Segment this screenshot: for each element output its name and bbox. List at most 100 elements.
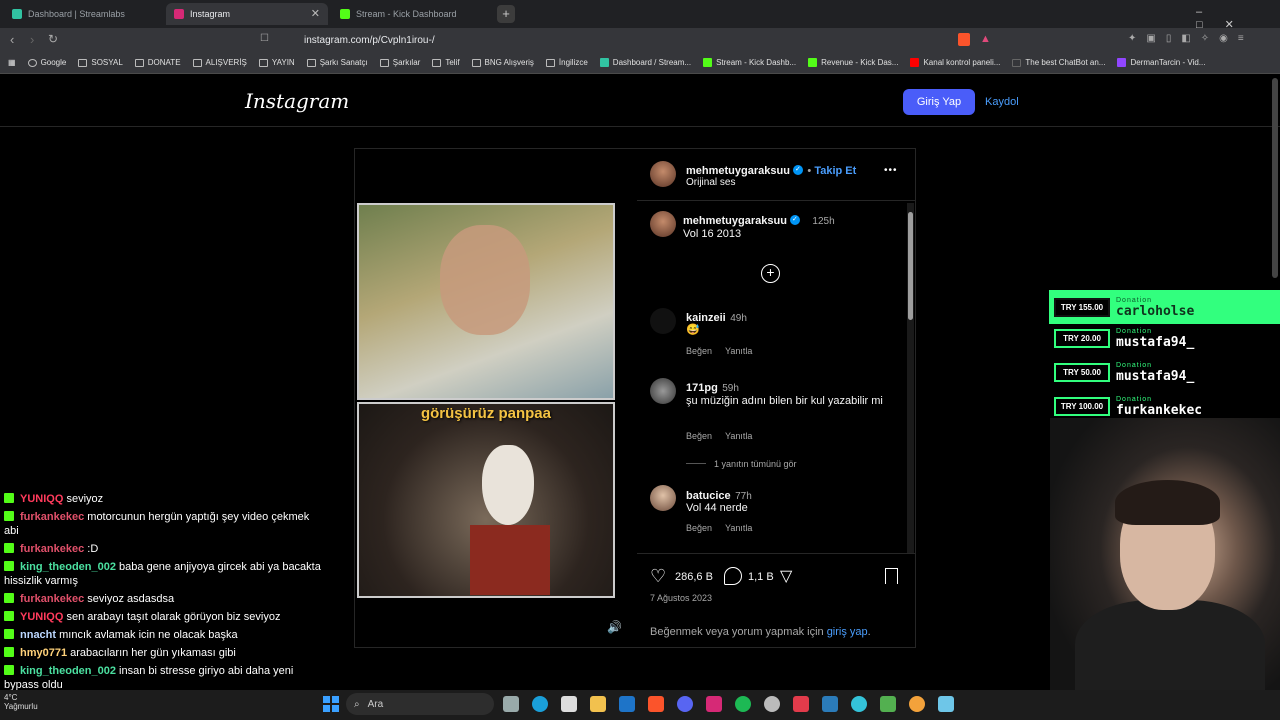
chat-username[interactable]: king_theoden_002 (20, 561, 116, 573)
reply-button[interactable]: Yanıtla (725, 346, 752, 356)
app-icon[interactable] (851, 696, 867, 712)
load-more-icon[interactable]: + (761, 264, 780, 283)
apps-icon[interactable]: ▦ (8, 58, 16, 67)
caption-time: 125h (812, 216, 835, 227)
tab-streamlabs[interactable]: Dashboard | Streamlabs (4, 3, 164, 25)
brave-shield-icon[interactable] (958, 33, 970, 46)
kick-icon (340, 9, 350, 19)
tab-instagram[interactable]: Instagram ✕ (166, 3, 328, 25)
avatar[interactable] (650, 161, 676, 187)
bookmark-item[interactable]: YAYIN (258, 58, 295, 67)
spotify-icon[interactable] (735, 696, 751, 712)
brave-icon[interactable] (648, 696, 664, 712)
login-link[interactable]: giriş yap (827, 626, 868, 638)
bookmark-item[interactable]: Şarkılar (379, 58, 420, 67)
bookmark-icon[interactable]: ☐ (260, 33, 269, 44)
chat-username[interactable]: YUNIQQ (20, 611, 63, 623)
close-icon[interactable]: ✕ (311, 7, 320, 20)
bookmark-item[interactable]: DONATE (134, 58, 181, 67)
avatar[interactable] (650, 485, 676, 511)
notepad-icon[interactable] (938, 696, 954, 712)
save-icon[interactable] (885, 568, 898, 584)
bookmark-item[interactable]: Telif (432, 58, 460, 67)
windows-start-icon[interactable] (323, 696, 339, 712)
chat-username[interactable]: YUNIQQ (20, 493, 63, 505)
bookmark-label: YAYIN (271, 58, 295, 67)
instagram-logo[interactable]: Instagram (245, 89, 349, 113)
audio-label[interactable]: Orijinal ses (686, 176, 735, 190)
bookmark-item[interactable]: Şarkı Sanatçı (306, 58, 368, 67)
bookmark-item[interactable]: Dashboard / Stream... (599, 58, 691, 67)
discord-icon[interactable] (677, 696, 693, 712)
donation-info: Donation mustafa94_ (1116, 362, 1194, 383)
bookmark-item[interactable]: Google (27, 58, 66, 67)
caption-author[interactable]: mehmetuygaraksuu (683, 215, 787, 227)
instagram-taskbar-icon[interactable] (706, 696, 722, 712)
taskbar-search[interactable]: ⌕ Ara (346, 693, 494, 715)
bookmark-item[interactable]: SOSYAL (78, 58, 123, 67)
bookmark-item[interactable]: Stream - Kick Dashb... (703, 58, 796, 67)
comment-user[interactable]: 171pg (686, 382, 718, 394)
chat-message: furkankekec seviyoz asdasdsa (4, 592, 324, 606)
bookmark-item[interactable]: Revenue - Kick Das... (808, 58, 898, 67)
cloud-icon[interactable] (909, 696, 925, 712)
app-icon[interactable] (880, 696, 896, 712)
chat-username[interactable]: nnacht (20, 629, 56, 641)
weather-widget[interactable]: 4°C Yağmurlu (4, 693, 38, 711)
reply-button[interactable]: Yanıtla (725, 431, 752, 441)
more-options-icon[interactable]: ••• (884, 165, 898, 176)
webcam-hair (1115, 480, 1220, 525)
follow-button[interactable]: Takip Et (814, 165, 856, 177)
mail-icon[interactable] (619, 696, 635, 712)
comment-icon[interactable] (724, 567, 742, 585)
forward-icon[interactable]: › (30, 32, 34, 47)
task-view-icon[interactable] (503, 696, 519, 712)
edge-icon[interactable] (532, 696, 548, 712)
speaker-icon[interactable]: 🔊 (607, 620, 622, 634)
chat-username[interactable]: hmy0771 (20, 647, 67, 659)
steam-icon[interactable] (764, 696, 780, 712)
bookmark-item[interactable]: Kanal kontrol paneli... (910, 58, 1000, 67)
bookmark-item[interactable]: İngilizce (545, 58, 588, 67)
bookmark-item[interactable]: DermanTarcin - Vid... (1117, 58, 1205, 67)
scrollbar-thumb[interactable] (908, 212, 913, 320)
avatar[interactable] (650, 211, 676, 237)
x-app-icon[interactable] (793, 696, 809, 712)
extensions-icons[interactable]: ✦▣▯◧✧◉≡ (1128, 33, 1254, 44)
heart-icon[interactable]: ♡ (650, 566, 666, 587)
reply-button[interactable]: Yanıtla (725, 523, 752, 533)
login-button[interactable]: Giriş Yap (903, 89, 975, 115)
app-icon[interactable] (822, 696, 838, 712)
chat-username[interactable]: furkankekec (20, 511, 84, 523)
video-shirt (470, 525, 550, 595)
chat-username[interactable]: furkankekec (20, 543, 84, 555)
reload-icon[interactable]: ↻ (48, 32, 58, 46)
view-replies-button[interactable]: 1 yanıtın tümünü gör (714, 459, 797, 469)
tab-label: Dashboard | Streamlabs (28, 9, 125, 19)
like-comment-button[interactable]: Beğen (686, 431, 712, 441)
new-tab-button[interactable]: + (497, 5, 515, 23)
back-icon[interactable]: ‹ (10, 32, 14, 47)
tab-label: Instagram (190, 9, 231, 19)
store-icon[interactable] (561, 696, 577, 712)
avatar[interactable] (650, 308, 676, 334)
tab-kick[interactable]: Stream - Kick Dashboard (332, 3, 492, 25)
donor-name: mustafa94_ (1116, 369, 1195, 384)
signup-button[interactable]: Kaydol (985, 89, 1019, 115)
kick-icon (4, 543, 14, 553)
bookmark-item[interactable]: BNG Alışveriş (471, 58, 534, 67)
like-comment-button[interactable]: Beğen (686, 523, 712, 533)
like-comment-button[interactable]: Beğen (686, 346, 712, 356)
bookmark-item[interactable]: ALIŞVERİŞ (192, 58, 247, 67)
chat-message: nnacht mıncık avlamak icin ne olacak baş… (4, 628, 324, 642)
bookmark-item[interactable]: The best ChatBot an... (1012, 58, 1105, 67)
chat-username[interactable]: king_theoden_002 (20, 665, 116, 677)
folder-icon[interactable] (590, 696, 606, 712)
avatar[interactable] (650, 378, 676, 404)
comment-time: 49h (730, 313, 747, 324)
brave-rewards-icon[interactable]: ▲ (980, 33, 991, 45)
page-scrollbar[interactable] (1272, 78, 1278, 278)
share-icon[interactable]: ▽ (780, 566, 792, 586)
url-field[interactable]: instagram.com/p/Cvpln1irou-/ (282, 31, 874, 49)
chat-username[interactable]: furkankekec (20, 593, 84, 605)
